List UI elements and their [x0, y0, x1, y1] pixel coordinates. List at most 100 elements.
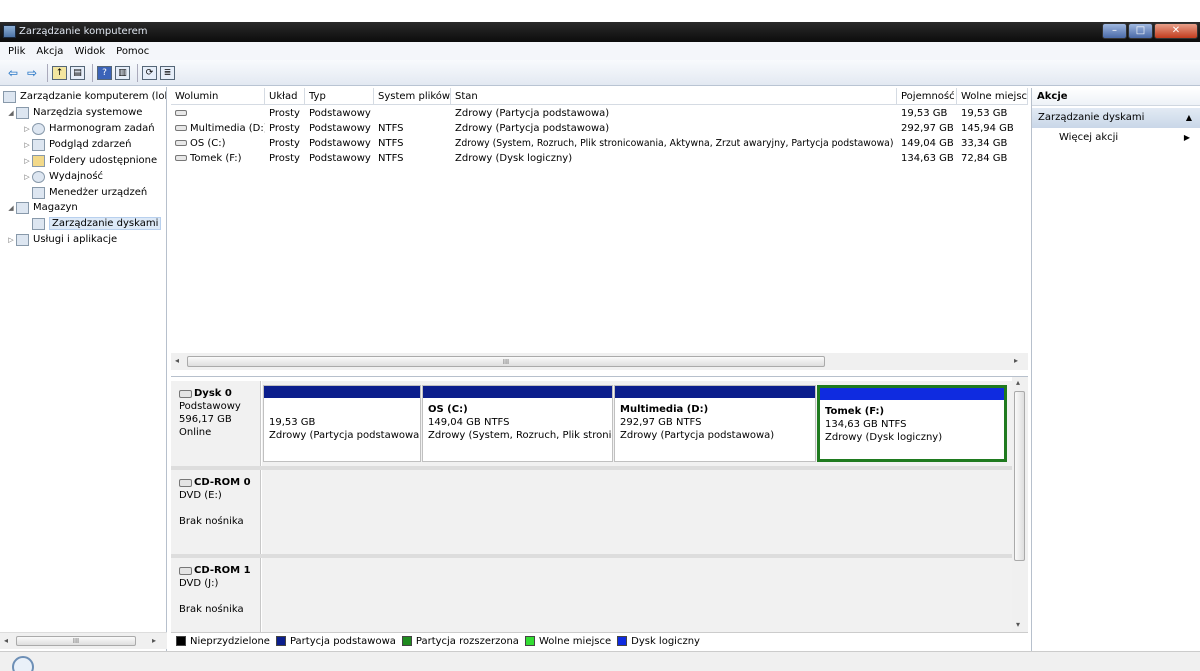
column-header-capacity[interactable]: Pojemność — [897, 88, 957, 105]
volume-horizontal-scrollbar[interactable]: ◂ III ▸ — [171, 353, 1028, 370]
more-actions-item[interactable]: Więcej akcji ▶ — [1032, 128, 1200, 148]
menu-plik[interactable]: Plik — [8, 46, 25, 57]
column-header-type[interactable]: Typ — [305, 88, 374, 105]
help-icon[interactable]: ? — [97, 65, 112, 80]
tree-item-label: Foldery udostępnione — [49, 155, 158, 166]
disk-type: DVD (J:) — [179, 578, 219, 589]
layout-cell: Prosty — [269, 123, 300, 134]
properties-icon[interactable]: ≣ — [160, 65, 175, 80]
disk-size: 596,17 GB — [179, 414, 232, 425]
layout-cell: Prosty — [269, 138, 300, 149]
filesystem-cell: NTFS — [378, 123, 404, 134]
tree-item-performance[interactable]: ▷ Wydajność — [22, 169, 103, 184]
disk-info[interactable]: CD-ROM 1 DVD (J:) Brak nośnika — [171, 558, 261, 632]
services-icon — [16, 233, 29, 246]
scroll-thumb[interactable]: III — [16, 636, 136, 646]
collapsed-arrow-icon[interactable]: ▷ — [22, 125, 32, 133]
tree-item-shared-folders[interactable]: ▷ Foldery udostępnione — [22, 153, 157, 168]
collapse-icon[interactable]: ▲ — [1186, 108, 1192, 128]
scroll-right-icon[interactable]: ▸ — [152, 636, 156, 645]
status-icon — [12, 656, 34, 671]
tree-item-disk-management[interactable]: Zarządzanie dyskami — [32, 216, 162, 231]
partition-os-c[interactable]: OS (C:) 149,04 GB NTFS Zdrowy (System, R… — [422, 385, 613, 462]
up-folder-icon[interactable]: ↑ — [52, 65, 67, 80]
partition-multimedia-d[interactable]: Multimedia (D:) 292,97 GB NTFS Zdrowy (P… — [614, 385, 816, 462]
tree-item-storage[interactable]: ◢ Magazyn — [6, 200, 78, 215]
collapsed-arrow-icon[interactable]: ▷ — [22, 157, 32, 165]
disk-status: Brak nośnika — [179, 604, 244, 615]
volume-cell — [171, 106, 265, 121]
disk-info[interactable]: Dysk 0 Podstawowy 596,17 GB Online — [171, 381, 261, 466]
scroll-left-icon[interactable]: ◂ — [4, 636, 8, 645]
tree-horizontal-scrollbar[interactable]: ◂ III ▸ — [0, 632, 167, 649]
collapsed-arrow-icon[interactable]: ▷ — [6, 236, 16, 244]
refresh-icon[interactable]: ⟳ — [142, 65, 157, 80]
partition-status: Zdrowy (Dysk logiczny) — [825, 432, 943, 443]
tree-item-device-manager[interactable]: Menedżer urządzeń — [32, 185, 147, 200]
collapsed-arrow-icon[interactable]: ▷ — [22, 173, 32, 181]
menu-pomoc[interactable]: Pomoc — [116, 46, 149, 57]
table-row[interactable]: OS (C:) Prosty Podstawowy NTFS Zdrowy (S… — [171, 136, 1028, 151]
forward-arrow-icon[interactable]: ⇨ — [24, 65, 40, 81]
volume-cell: OS (C:) — [171, 136, 265, 151]
maximize-button[interactable]: □ — [1128, 23, 1153, 39]
collapsed-arrow-icon[interactable]: ▷ — [22, 141, 32, 149]
capacity-cell: 292,97 GB — [901, 123, 954, 134]
tree-item-event-viewer[interactable]: ▷ Podgląd zdarzeń — [22, 137, 132, 152]
column-header-free-space[interactable]: Wolne miejsce — [957, 88, 1028, 105]
disk-info[interactable]: CD-ROM 0 DVD (E:) Brak nośnika — [171, 470, 261, 554]
type-cell: Podstawowy — [309, 123, 371, 134]
close-button[interactable]: ✕ — [1154, 23, 1198, 39]
tools-icon — [16, 106, 29, 119]
drive-icon — [175, 125, 187, 131]
computer-management-icon — [3, 25, 16, 38]
show-hide-action-pane-icon[interactable]: ▥ — [115, 65, 130, 80]
tree-item-services-apps[interactable]: ▷ Usługi i aplikacje — [6, 232, 117, 247]
table-row[interactable]: Prosty Podstawowy Zdrowy (Partycja podst… — [171, 106, 1028, 121]
scroll-thumb[interactable]: III — [187, 356, 825, 367]
partition-text: 19,53 GB Zdrowy (Partycja podstawowa) — [264, 398, 420, 442]
expanded-arrow-icon[interactable]: ◢ — [6, 204, 16, 212]
navigation-tree: Zarządzanie komputerem (lokalne) ◢ Narzę… — [0, 87, 167, 652]
table-row[interactable]: Multimedia (D:) Prosty Podstawowy NTFS Z… — [171, 121, 1028, 136]
scroll-down-icon[interactable]: ▾ — [1016, 620, 1020, 629]
scroll-right-icon[interactable]: ▸ — [1014, 356, 1018, 365]
legend-label: Wolne miejsce — [538, 635, 612, 647]
menu-widok[interactable]: Widok — [74, 46, 105, 57]
scroll-up-icon[interactable]: ▴ — [1016, 378, 1020, 387]
table-row[interactable]: Tomek (F:) Prosty Podstawowy NTFS Zdrowy… — [171, 151, 1028, 166]
column-header-layout[interactable]: Układ — [265, 88, 305, 105]
scroll-thumb[interactable] — [1014, 391, 1025, 561]
partition-name: Multimedia (D:) — [620, 404, 709, 415]
disk-row-0[interactable]: Dysk 0 Podstawowy 596,17 GB Online 19,53… — [171, 381, 1012, 466]
column-header-volume[interactable]: Wolumin — [171, 88, 265, 105]
column-header-status[interactable]: Stan — [451, 88, 897, 105]
scroll-left-icon[interactable]: ◂ — [175, 356, 179, 365]
tree-item-task-scheduler[interactable]: ▷ Harmonogram zadań — [22, 121, 155, 136]
minimize-button[interactable]: – — [1102, 23, 1127, 39]
status-cell: Zdrowy (Partycja podstawowa) — [455, 123, 610, 134]
show-hide-tree-icon[interactable]: ▤ — [70, 65, 85, 80]
computer-icon — [3, 90, 16, 103]
disk-row-cdrom-0[interactable]: CD-ROM 0 DVD (E:) Brak nośnika — [171, 470, 1012, 554]
status-cell: Zdrowy (System, Rozruch, Plik stronicowa… — [455, 138, 894, 149]
disk-row-cdrom-1[interactable]: CD-ROM 1 DVD (J:) Brak nośnika — [171, 558, 1012, 632]
partition-bar — [264, 386, 420, 398]
disk-media-area — [262, 470, 1012, 554]
partition-tomek-f[interactable]: Tomek (F:) 134,63 GB NTFS Zdrowy (Dysk l… — [817, 385, 1007, 462]
menu-akcja[interactable]: Akcja — [36, 46, 63, 57]
back-arrow-icon[interactable]: ⇦ — [5, 65, 21, 81]
column-header-filesystem[interactable]: System plików — [374, 88, 451, 105]
disk-vertical-scrollbar[interactable]: ▴ ▾ — [1012, 377, 1028, 632]
disk-name: CD-ROM 1 — [179, 564, 260, 577]
partition-unnamed[interactable]: 19,53 GB Zdrowy (Partycja podstawowa) — [263, 385, 421, 462]
partition-bar — [615, 386, 815, 398]
actions-section-disk-management[interactable]: Zarządzanie dyskami ▲ — [1032, 108, 1200, 128]
toolbar-separator — [92, 63, 93, 82]
expanded-arrow-icon[interactable]: ◢ — [6, 109, 16, 117]
disk-name-label: CD-ROM 0 — [194, 477, 251, 488]
tree-item-root[interactable]: Zarządzanie komputerem (lokalne) — [3, 89, 166, 104]
tree-item-system-tools[interactable]: ◢ Narzędzia systemowe — [6, 105, 142, 120]
partition-text: Tomek (F:) 134,63 GB NTFS Zdrowy (Dysk l… — [820, 400, 1004, 444]
